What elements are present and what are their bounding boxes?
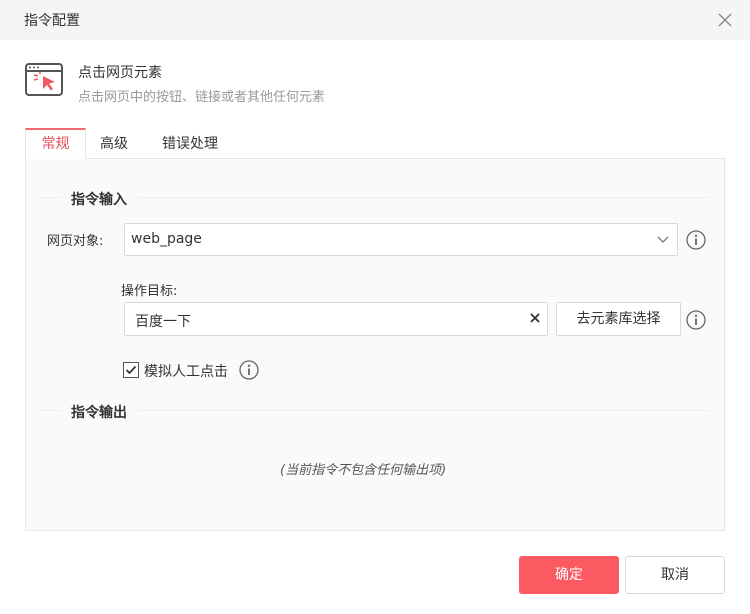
empty-output-note: (当前指令不包含任何输出项): [280, 463, 447, 478]
click-web-element-icon: [25, 63, 63, 96]
tab-error-handling[interactable]: 错误处理: [151, 129, 229, 159]
clear-icon[interactable]: [529, 312, 541, 324]
tab-advanced[interactable]: 高级: [89, 129, 139, 159]
web-object-label: 网页对象:: [47, 234, 104, 249]
simulate-click-info-icon[interactable]: [239, 360, 259, 380]
tab-general[interactable]: 常规: [25, 128, 86, 159]
command-description: 点击网页中的按钮、链接或者其他任何元素: [78, 90, 326, 105]
command-name: 点击网页元素: [78, 65, 162, 81]
target-value: 百度一下: [135, 314, 191, 330]
dialog-title: 指令配置: [24, 13, 80, 29]
web-object-select[interactable]: web_page: [124, 223, 678, 256]
dialog-titlebar: 指令配置: [0, 0, 750, 40]
target-label: 操作目标:: [121, 284, 178, 299]
chevron-down-icon: [657, 236, 669, 243]
element-library-button[interactable]: 去元素库选择: [556, 302, 681, 336]
target-input[interactable]: 百度一下: [124, 302, 548, 336]
output-section-title: 指令输出: [61, 402, 137, 422]
settings-panel: 指令输入 网页对象: web_page 操作目标: 百度一下 去元素库选择 模拟…: [25, 158, 725, 531]
simulate-click-checkbox[interactable]: [123, 362, 139, 378]
target-info-icon[interactable]: [686, 310, 706, 330]
web-object-info-icon[interactable]: [686, 230, 706, 250]
section-divider: [40, 410, 710, 411]
check-icon: [125, 365, 137, 375]
simulate-click-label[interactable]: 模拟人工点击: [144, 361, 228, 381]
web-object-value: web_page: [131, 231, 202, 247]
close-icon[interactable]: [716, 11, 734, 29]
cancel-button[interactable]: 取消: [625, 556, 725, 594]
input-section-title: 指令输入: [61, 189, 137, 209]
confirm-button[interactable]: 确定: [519, 556, 619, 594]
section-divider: [40, 197, 710, 198]
